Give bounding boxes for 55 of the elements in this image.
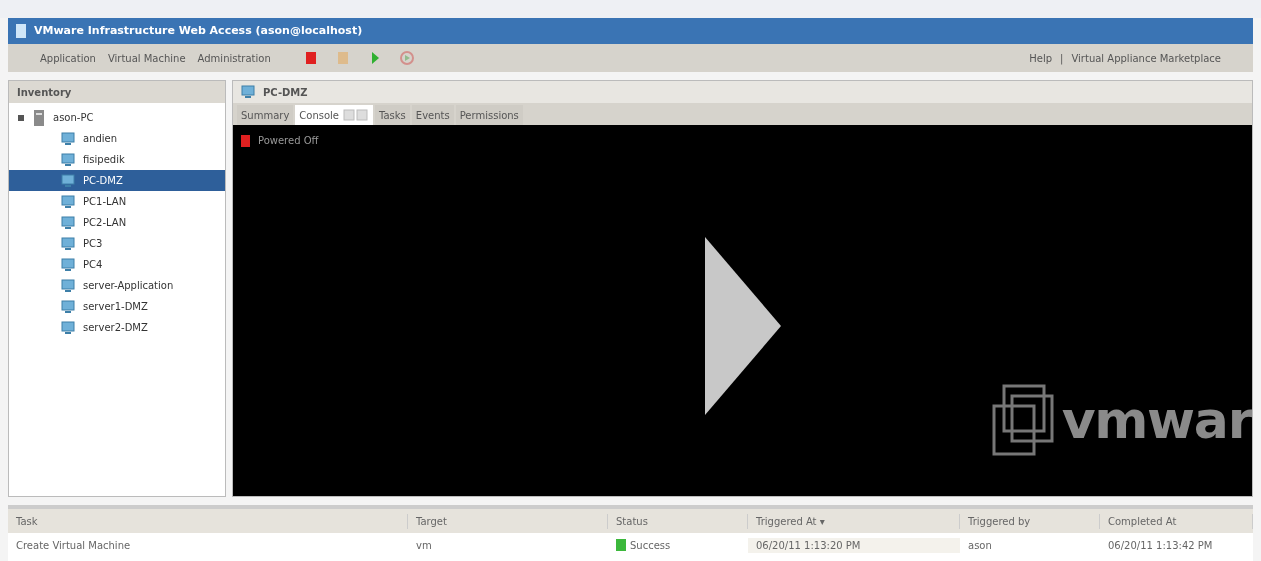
tree-item[interactable]: server1-DMZ: [9, 296, 225, 317]
monitor-icon: [61, 173, 75, 188]
monitor-icon: [61, 131, 75, 146]
column-header[interactable]: Completed At: [1100, 513, 1253, 529]
table-cell-text: vm: [415, 538, 433, 553]
menu-item[interactable]: Administration: [197, 50, 271, 66]
expander-icon[interactable]: [17, 113, 25, 122]
table-cell-text: ason: [967, 538, 993, 553]
vm-title: PC-DMZ: [263, 85, 308, 100]
monitor-icon: [61, 236, 75, 251]
column-header[interactable]: Task: [8, 513, 408, 529]
column-header[interactable]: Triggered At ▾: [748, 513, 960, 529]
header-link[interactable]: Help: [1029, 50, 1053, 66]
monitor-icon: [61, 194, 75, 209]
table-cell: 06/20/11 1:13:20 PM: [748, 537, 960, 553]
tree-item[interactable]: PC4: [9, 254, 225, 275]
table-cell-text: Create Virtual Machine: [15, 538, 132, 553]
power-state: Powered Off: [258, 134, 319, 148]
monitor-icon: [61, 320, 75, 335]
menu-item[interactable]: Application: [40, 50, 96, 66]
tree-item[interactable]: server2-DMZ: [9, 317, 225, 338]
tab[interactable]: Events: [411, 105, 454, 125]
window-title: VMware Infrastructure Web Access (ason@localhost): [34, 22, 363, 39]
tree-item[interactable]: ason-PC: [9, 107, 225, 128]
monitor-icon: [61, 152, 75, 167]
app-icon: [16, 24, 26, 38]
server-icon: [33, 109, 45, 126]
tab[interactable]: Console: [295, 105, 374, 125]
panel-header: Inventory: [9, 81, 225, 103]
play-icon[interactable]: [704, 237, 781, 415]
tab[interactable]: Summary: [237, 105, 294, 125]
tree-item[interactable]: andien: [9, 128, 225, 149]
tab[interactable]: Tasks: [375, 105, 410, 125]
tree-item[interactable]: PC3: [9, 233, 225, 254]
monitor-icon: [241, 85, 255, 99]
column-header[interactable]: Target: [408, 513, 608, 529]
column-header[interactable]: Triggered by: [960, 513, 1100, 529]
table-cell-text: Success: [630, 538, 671, 553]
monitor-icon: [61, 257, 75, 272]
monitor-icon: [61, 215, 75, 230]
logo-text: vmwar: [1061, 394, 1252, 446]
tree-item[interactable]: PC2-LAN: [9, 212, 225, 233]
tree-item[interactable]: PC-DMZ: [9, 170, 225, 191]
tree-item[interactable]: PC1-LAN: [9, 191, 225, 212]
tree-item[interactable]: fisipedik: [9, 149, 225, 170]
column-header[interactable]: Status: [608, 513, 748, 529]
separator: |: [1060, 51, 1064, 66]
monitor-icon: [61, 278, 75, 293]
menu-item[interactable]: Virtual Machine: [107, 50, 186, 66]
monitor-icon: [61, 299, 75, 314]
tree-item[interactable]: server-Application: [9, 275, 225, 296]
console-tab-icons: [343, 109, 370, 121]
header-link[interactable]: Virtual Appliance Marketplace: [1071, 50, 1221, 66]
table-cell-text: 06/20/11 1:13:42 PM: [1107, 538, 1214, 553]
tab[interactable]: Permissions: [455, 105, 523, 125]
